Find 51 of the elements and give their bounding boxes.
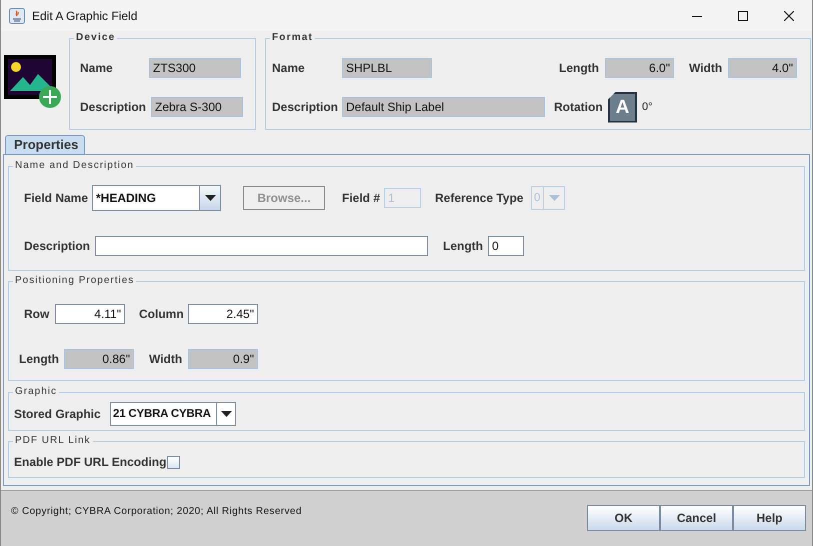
field-label: Description xyxy=(80,100,148,114)
group-title: Graphic xyxy=(13,386,60,398)
app-icon xyxy=(9,8,25,24)
window-title: Edit A Graphic Field xyxy=(32,8,138,22)
text-field[interactable]: 0 xyxy=(488,236,524,256)
dialog-button[interactable]: OK xyxy=(587,505,660,531)
field-label: Length xyxy=(19,352,60,366)
dialog-button[interactable]: Cancel xyxy=(660,505,733,531)
text-field[interactable]: 6.0" xyxy=(605,58,674,78)
field-label: Reference Type xyxy=(435,191,524,205)
field-label: Description xyxy=(272,100,340,114)
copyright-text: © Copyright; CYBRA Corporation; 2020; All Rights Reserved xyxy=(11,506,302,519)
text-field[interactable]: 0.9" xyxy=(188,349,258,369)
image-add-icon xyxy=(4,55,62,109)
field-label: Rotation xyxy=(554,100,604,114)
text-field[interactable]: Zebra S-300 xyxy=(151,97,243,117)
text-field[interactable]: 0.86" xyxy=(64,349,134,369)
caret-icon xyxy=(204,195,216,201)
group-title: Positioning Properties xyxy=(13,275,136,287)
caret-icon xyxy=(220,411,232,417)
field-label: Field # xyxy=(342,191,382,205)
rotation-badge: A xyxy=(608,92,637,122)
field-label: Column xyxy=(139,307,185,321)
tab[interactable]: Properties xyxy=(5,135,85,154)
stored-graphic-combobox[interactable]: 21 CYBRA CYBRA xyxy=(110,402,236,426)
field-label: Name xyxy=(80,61,114,75)
text-field[interactable]: SHPLBL xyxy=(342,58,432,78)
field-label: Length xyxy=(559,61,600,75)
field-name-combobox[interactable]: *HEADING xyxy=(92,185,221,211)
group-title: Name and Description xyxy=(13,160,136,172)
field-label: Field Name xyxy=(24,191,90,205)
text-field[interactable]: ZTS300 xyxy=(149,58,241,78)
field-label: Length xyxy=(443,239,484,253)
description-field[interactable] xyxy=(95,236,428,256)
field-label: Width xyxy=(149,352,184,366)
field-label: Stored Graphic xyxy=(14,407,102,421)
text-field[interactable]: 4.11" xyxy=(55,304,125,324)
field-label: Name xyxy=(272,61,306,75)
caret-icon xyxy=(548,195,560,201)
text-field[interactable]: 4.0" xyxy=(728,58,797,78)
maximize-icon xyxy=(738,10,748,20)
close-icon xyxy=(784,10,794,20)
dialog-button[interactable]: Help xyxy=(733,505,806,531)
text-field[interactable]: Default Ship Label xyxy=(342,97,545,117)
field-label: Width xyxy=(689,61,724,75)
field-label: Description xyxy=(24,239,92,253)
rotation-value: 0° xyxy=(642,101,653,113)
field-label: Row xyxy=(24,307,50,321)
field-label: Enable PDF URL Encoding xyxy=(14,455,167,469)
text-field[interactable]: 2.45" xyxy=(188,304,258,324)
checkbox[interactable] xyxy=(167,456,180,468)
